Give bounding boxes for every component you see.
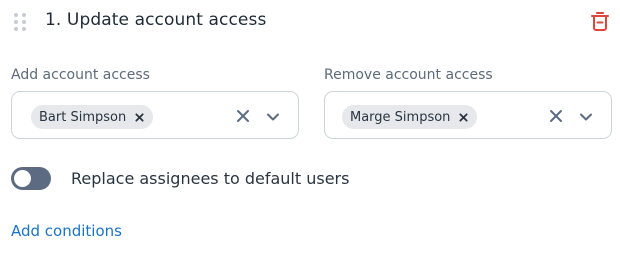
add-access-select[interactable]: Bart Simpson: [11, 91, 299, 139]
trash-icon: [588, 12, 612, 37]
add-conditions-link[interactable]: Add conditions: [11, 222, 122, 240]
toggle-knob: [14, 170, 31, 187]
remove-chip-icon[interactable]: [135, 112, 144, 122]
selected-user-chip: Marge Simpson: [342, 105, 478, 129]
chevron-down-icon[interactable]: [579, 109, 593, 123]
clear-selection-icon[interactable]: [549, 108, 563, 122]
replace-assignees-label: Replace assignees to default users: [71, 169, 350, 188]
clear-selection-icon[interactable]: [236, 108, 250, 122]
remove-access-label: Remove account access: [324, 67, 493, 83]
selected-user-chip: Bart Simpson: [31, 105, 154, 129]
delete-step-button[interactable]: [588, 9, 612, 33]
step-title: 1. Update account access: [45, 10, 267, 30]
chip-label: Bart Simpson: [39, 109, 127, 125]
remove-access-select[interactable]: Marge Simpson: [324, 91, 612, 139]
remove-chip-icon[interactable]: [459, 112, 468, 122]
drag-handle-icon[interactable]: [12, 12, 28, 32]
replace-assignees-toggle[interactable]: [11, 167, 51, 190]
chip-label: Marge Simpson: [350, 109, 451, 125]
add-access-label: Add account access: [11, 67, 150, 83]
chevron-down-icon[interactable]: [266, 109, 280, 123]
